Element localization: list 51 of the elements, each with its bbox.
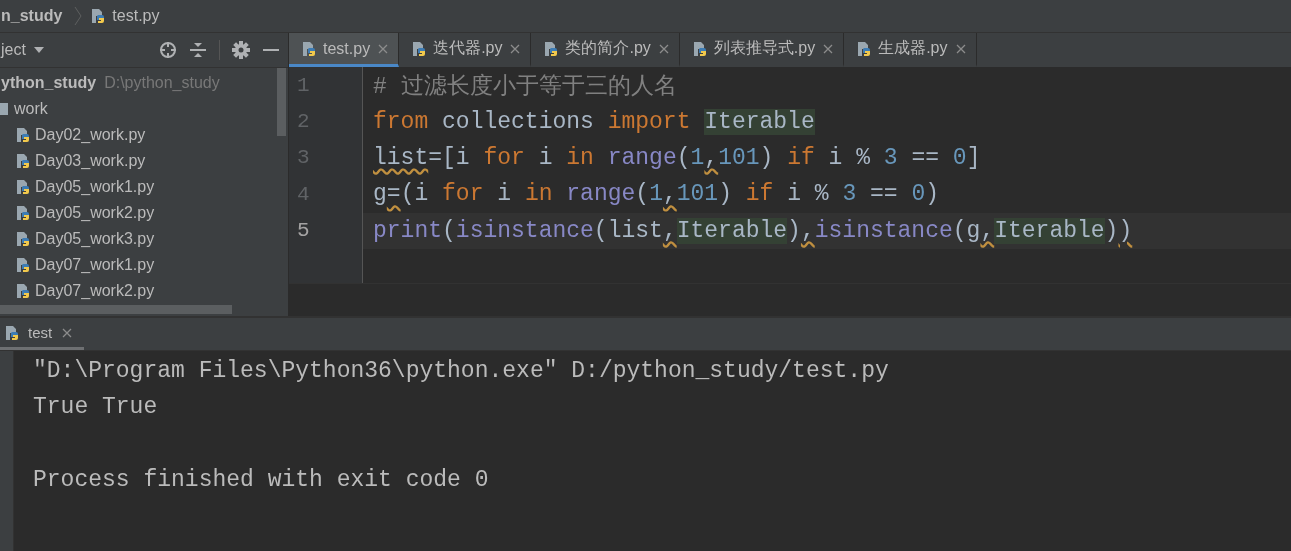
python-file-icon — [15, 153, 31, 169]
tree-item[interactable]: Day05_work1.py — [35, 178, 155, 196]
code-line: g=(i for i in range(1,101) if i % 3 == 0) — [373, 181, 940, 208]
console-line: "D:\Program Files\Python36\python.exe" D:/python_study/test.py — [33, 357, 889, 386]
collapse-icon[interactable] — [189, 41, 207, 59]
code-line: # 过滤长度小于等于三的人名 — [373, 72, 677, 101]
folder-icon — [0, 103, 8, 115]
project-path: D:\python_study — [104, 74, 220, 92]
scrollbar[interactable] — [0, 305, 232, 314]
python-file-icon — [4, 324, 20, 341]
python-file-icon — [411, 40, 428, 57]
scrollbar[interactable] — [277, 68, 286, 136]
code-line: list=[i for i in range(1,101) if i % 3 == 0] — [373, 144, 981, 171]
python-file-icon — [15, 231, 31, 247]
tree-item[interactable]: Day05_work3.py — [35, 230, 155, 248]
close-icon[interactable] — [510, 43, 521, 54]
python-file-icon — [15, 283, 31, 299]
console-line: Process finished with exit code 0 — [33, 466, 490, 496]
close-icon[interactable] — [658, 43, 669, 54]
close-icon[interactable] — [823, 43, 834, 54]
tree-item[interactable]: Day05_work2.py — [35, 204, 155, 222]
tree-item[interactable]: Day03_work.py — [35, 152, 146, 170]
tree-item[interactable]: Day02_work.py — [35, 126, 146, 144]
python-file-icon — [301, 40, 317, 57]
python-file-icon — [15, 127, 31, 143]
code-line: print(isinstance(list,Iterable),isinstance(g,Iterable)) — [373, 217, 1133, 244]
python-file-icon — [15, 179, 31, 195]
chevron-icon — [74, 6, 83, 26]
tree-item[interactable]: Day07_work1.py — [35, 256, 155, 274]
console-line: True True — [33, 393, 159, 423]
tree-item[interactable]: ython_study — [1, 74, 97, 92]
python-file-icon — [15, 205, 31, 221]
panel-title[interactable]: ject — [1, 41, 26, 59]
python-file-icon — [691, 40, 708, 57]
code-line: from collections import Iterable — [373, 108, 815, 135]
file-tab[interactable]: test.py — [289, 33, 400, 67]
close-icon[interactable] — [62, 327, 73, 338]
tree-item[interactable]: work — [14, 100, 48, 118]
crosshair-icon[interactable] — [159, 41, 177, 59]
close-icon[interactable] — [955, 43, 966, 54]
close-icon[interactable] — [378, 43, 389, 54]
breadcrumb-item[interactable]: test.py — [112, 6, 160, 26]
breadcrumb-item[interactable]: n_study — [1, 6, 63, 26]
python-file-icon — [15, 257, 31, 273]
caret-icon[interactable] — [33, 47, 44, 53]
settings-icon[interactable] — [232, 41, 250, 59]
run-tab[interactable]: test — [0, 318, 85, 350]
python-file-icon — [856, 40, 873, 57]
tree-item[interactable]: Day07_work2.py — [35, 282, 155, 300]
python-file-icon — [543, 40, 560, 57]
python-file-icon — [90, 8, 107, 24]
